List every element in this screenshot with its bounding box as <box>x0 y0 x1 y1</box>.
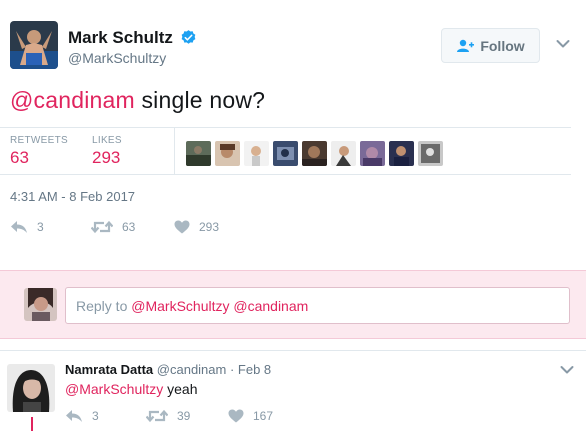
reply-input[interactable]: Reply to @MarkSchultzy @candinam <box>65 287 570 324</box>
reply-placeholder-prefix: Reply to <box>76 298 132 314</box>
likes-label: LIKES <box>92 135 122 146</box>
heart-icon <box>228 409 244 423</box>
reply-tweet: Namrata Datta @candinam · Feb 8 @MarkSch… <box>0 350 586 431</box>
likes-count[interactable]: 293 <box>92 148 120 168</box>
reply-header: Namrata Datta @candinam · Feb 8 <box>65 362 271 377</box>
reply-like-action[interactable]: 167 <box>228 409 273 423</box>
reply-retweet-action[interactable]: 39 <box>146 409 190 423</box>
reply-author-avatar[interactable] <box>7 364 55 412</box>
tweet-text-body: single now? <box>134 87 266 113</box>
liker-avatar[interactable] <box>389 141 414 166</box>
heart-icon <box>174 220 190 234</box>
follow-button[interactable]: Follow <box>441 28 540 63</box>
reply-separator: · <box>226 362 238 377</box>
author-avatar[interactable] <box>10 21 58 69</box>
reply-count: 3 <box>37 220 44 234</box>
stats-divider <box>174 128 175 174</box>
liker-avatar[interactable] <box>186 141 211 166</box>
reply-date[interactable]: Feb 8 <box>238 362 271 377</box>
tweet-timestamp[interactable]: 4:31 AM - 8 Feb 2017 <box>10 189 135 204</box>
liker-avatar[interactable] <box>215 141 240 166</box>
liker-avatar[interactable] <box>302 141 327 166</box>
retweet-count: 63 <box>122 220 136 234</box>
tweet-mention-link[interactable]: @candinam <box>10 87 135 113</box>
main-tweet: Mark Schultz @MarkSchultzy Follow @candi… <box>0 0 586 270</box>
like-count: 293 <box>199 220 220 234</box>
reply-author-name[interactable]: Namrata Datta <box>65 362 153 377</box>
reply-placeholder-mentions: @MarkSchultzy @candinam <box>131 298 309 314</box>
reply-icon <box>11 221 27 233</box>
reply-text: @MarkSchultzy yeah <box>65 381 197 397</box>
author-name[interactable]: Mark Schultz <box>68 28 173 48</box>
tweet-text: @candinam single now? <box>10 87 265 114</box>
liker-avatars <box>186 141 443 166</box>
retweet-icon <box>146 409 168 423</box>
author-handle[interactable]: @MarkSchultzy <box>68 50 166 66</box>
reply-text-body: yeah <box>163 381 198 397</box>
reply-icon <box>66 410 82 422</box>
reply-action[interactable]: 3 <box>10 220 44 234</box>
reply-chevron-down-icon[interactable] <box>560 365 574 375</box>
retweets-label: RETWEETS <box>10 135 68 146</box>
follow-label: Follow <box>480 37 525 54</box>
liker-avatar[interactable] <box>418 141 443 166</box>
thread-connector-line <box>31 417 33 431</box>
current-user-avatar <box>24 288 57 321</box>
tweet-stats: RETWEETS 63 LIKES 293 <box>0 127 571 175</box>
chevron-down-icon[interactable] <box>556 39 570 49</box>
liker-avatar[interactable] <box>273 141 298 166</box>
reply-retweet-count: 39 <box>177 409 191 423</box>
liker-avatar[interactable] <box>244 141 269 166</box>
liker-avatar[interactable] <box>360 141 385 166</box>
reply-reply-count: 3 <box>92 409 99 423</box>
reply-compose-zone: Reply to @MarkSchultzy @candinam <box>0 270 586 339</box>
retweet-action[interactable]: 63 <box>91 220 135 234</box>
retweet-icon <box>91 220 113 234</box>
verified-badge-icon <box>181 30 196 44</box>
liker-avatar[interactable] <box>331 141 356 166</box>
add-user-icon <box>457 39 475 52</box>
reply-author-handle[interactable]: @candinam <box>157 362 227 377</box>
reply-reply-action[interactable]: 3 <box>65 409 99 423</box>
reply-mention-link[interactable]: @MarkSchultzy <box>65 381 163 397</box>
retweets-count[interactable]: 63 <box>10 148 29 168</box>
reply-like-count: 167 <box>253 409 274 423</box>
like-action[interactable]: 293 <box>174 220 219 234</box>
